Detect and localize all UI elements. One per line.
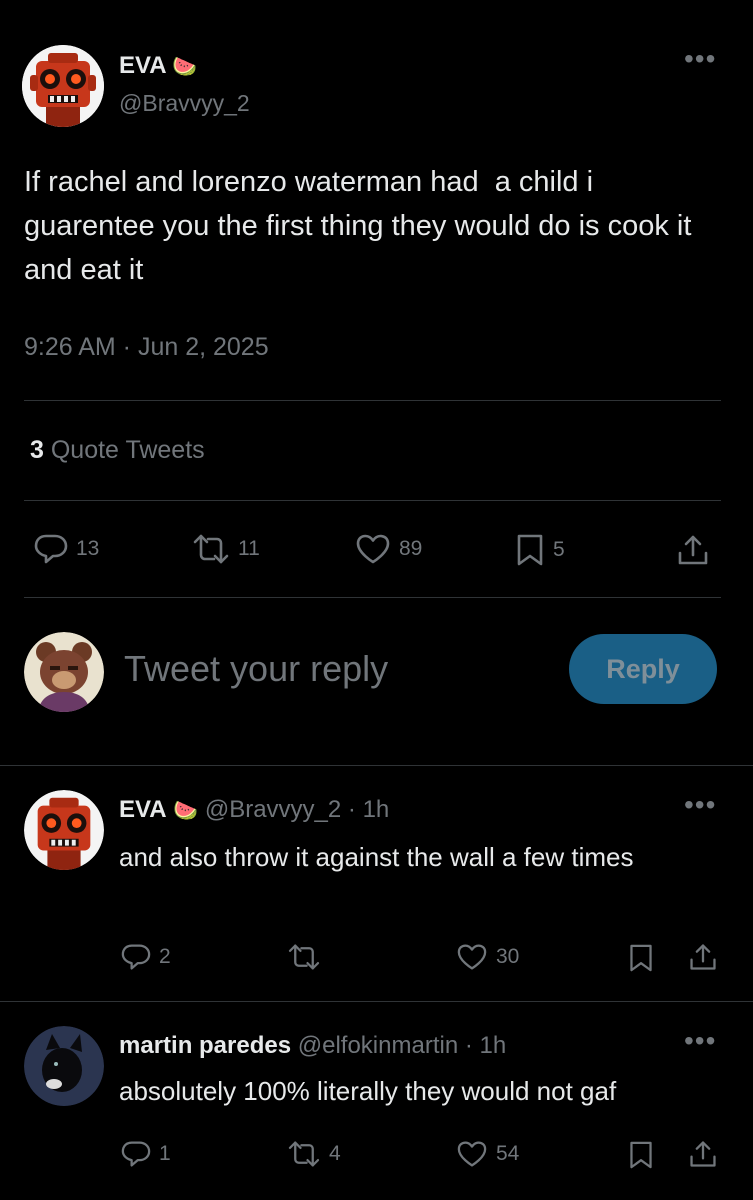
like-action[interactable]: 54 <box>456 1140 519 1168</box>
retweet-count: 4 <box>329 1142 341 1165</box>
reply-icon <box>121 1140 151 1168</box>
like-icon <box>355 533 391 565</box>
divider <box>0 1001 753 1002</box>
bookmark-action[interactable]: 5 <box>515 533 565 567</box>
more-options-icon[interactable]: ••• <box>684 791 716 819</box>
tweet-text: If rachel and lorenzo waterman had a chi… <box>24 166 700 286</box>
reply-icon <box>121 943 151 971</box>
reply-action[interactable]: 1 <box>121 1140 171 1168</box>
more-options-icon[interactable]: ••• <box>684 45 716 73</box>
divider <box>0 765 753 766</box>
reply-time[interactable]: · 1h <box>465 1032 506 1059</box>
divider <box>24 597 721 598</box>
bookmark-icon <box>515 533 545 567</box>
reply-input[interactable]: Tweet your reply <box>124 648 388 690</box>
reply-count: 1 <box>159 1142 171 1165</box>
retweet-action[interactable] <box>287 943 329 971</box>
reply-header: martin paredes @elfokinmartin · 1h <box>119 1032 506 1060</box>
share-icon <box>688 1139 718 1169</box>
author-avatar[interactable] <box>22 45 104 127</box>
quote-label: Quote Tweets <box>50 436 205 464</box>
share-action[interactable] <box>676 533 710 567</box>
like-action[interactable]: 30 <box>456 943 519 971</box>
quote-tweets-link[interactable]: 3 Quote Tweets <box>30 436 205 465</box>
author-name-text: EVA <box>119 52 166 79</box>
more-options-icon[interactable]: ••• <box>684 1027 716 1055</box>
like-icon <box>456 943 488 971</box>
reply-author-name[interactable]: martin paredes <box>119 1032 291 1059</box>
reply-header: EVA 🍉 @Bravvyy_2 · 1h <box>119 796 389 824</box>
retweet-count: 11 <box>238 537 260 560</box>
quote-count: 3 <box>30 436 44 464</box>
like-count: 54 <box>496 1142 520 1165</box>
reply-text: absolutely 100% literally they would not… <box>119 1076 617 1106</box>
reply-avatar[interactable] <box>24 790 104 870</box>
reply-handle[interactable]: @Bravvyy_2 <box>205 796 341 823</box>
reply-action[interactable]: 13 <box>34 533 99 565</box>
share-action[interactable] <box>688 942 718 972</box>
divider <box>24 400 721 401</box>
reply-icon <box>34 533 68 565</box>
retweet-icon <box>287 943 321 971</box>
my-avatar[interactable] <box>24 632 104 712</box>
retweet-icon <box>192 533 230 565</box>
watermelon-emoji: 🍉 <box>173 800 199 822</box>
reply-text: and also throw it against the wall a few… <box>119 842 634 872</box>
reply-count: 2 <box>159 945 171 968</box>
bookmark-icon <box>628 1140 654 1170</box>
reply-time[interactable]: · 1h <box>348 796 389 823</box>
reply-handle[interactable]: @elfokinmartin <box>298 1032 458 1059</box>
retweet-action[interactable]: 4 <box>287 1140 341 1168</box>
share-icon <box>688 942 718 972</box>
reply-button-label: Reply <box>606 653 680 684</box>
author-handle[interactable]: @Bravvyy_2 <box>119 90 250 117</box>
retweet-action[interactable]: 11 <box>192 533 260 565</box>
like-icon <box>456 1140 488 1168</box>
reply-button[interactable]: Reply <box>569 634 717 704</box>
author-name[interactable]: EVA 🍉 <box>119 52 197 80</box>
divider <box>24 500 721 501</box>
retweet-icon <box>287 1140 321 1168</box>
bookmark-action[interactable] <box>628 943 654 973</box>
share-action[interactable] <box>688 1139 718 1169</box>
reply-action[interactable]: 2 <box>121 943 171 971</box>
bookmark-action[interactable] <box>628 1140 654 1170</box>
bookmark-icon <box>628 943 654 973</box>
reply-avatar[interactable] <box>24 1026 104 1106</box>
like-action[interactable]: 89 <box>355 533 422 565</box>
reply-author-name[interactable]: EVA <box>119 796 167 823</box>
tweet-timestamp[interactable]: 9:26 AM · Jun 2, 2025 <box>24 333 269 362</box>
watermelon-emoji: 🍉 <box>172 56 198 78</box>
reply-count: 13 <box>76 537 100 560</box>
share-icon <box>676 533 710 567</box>
bookmark-count: 5 <box>553 538 565 561</box>
like-count: 30 <box>496 945 520 968</box>
like-count: 89 <box>399 537 423 560</box>
